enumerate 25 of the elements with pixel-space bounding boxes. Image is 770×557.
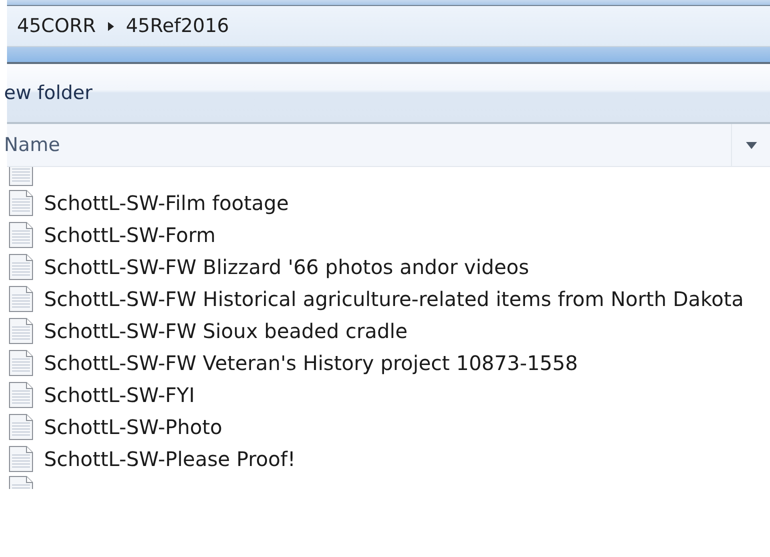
file-name[interactable]: SchottL-SW-Please Proof! [44, 447, 296, 471]
file-name[interactable]: SchottL-SW-Film footage [44, 191, 289, 215]
file-name[interactable]: SchottL-SW-FW Blizzard '66 photos andor videos [44, 255, 530, 279]
text-file-icon [8, 253, 34, 281]
file-name[interactable]: SchottL-SW-Photo [44, 415, 222, 439]
text-file-icon [8, 317, 34, 345]
text-file-icon [8, 349, 34, 377]
address-bar[interactable]: 45CORR 45Ref2016 [7, 6, 770, 47]
file-name[interactable]: SchottL-SW-FW Historical agriculture-related items from North Dakota [44, 287, 744, 311]
chevron-right-icon [108, 22, 114, 30]
text-file-icon [8, 413, 34, 441]
dropdown-arrow-icon[interactable] [746, 142, 756, 148]
text-file-icon [8, 189, 34, 217]
file-name[interactable]: SchottL-SW-Form [44, 223, 216, 247]
text-file-icon [8, 445, 34, 473]
new-folder-button[interactable]: ew folder [4, 82, 92, 104]
breadcrumb-item[interactable]: 45Ref2016 [126, 15, 230, 37]
text-file-icon [8, 381, 34, 409]
breadcrumb-item[interactable]: 45CORR [17, 15, 96, 37]
file-name[interactable]: SchottL-SW-FW Veteran's History project 10873-1558 [44, 351, 578, 375]
file-name[interactable]: SchottL-SW-FYI [44, 383, 195, 407]
column-heading[interactable]: Name [4, 134, 731, 156]
text-file-icon [8, 221, 34, 249]
file-name[interactable]: SchottL-SW-FW Sioux beaded cradle [44, 319, 408, 343]
text-file-icon [8, 285, 34, 313]
